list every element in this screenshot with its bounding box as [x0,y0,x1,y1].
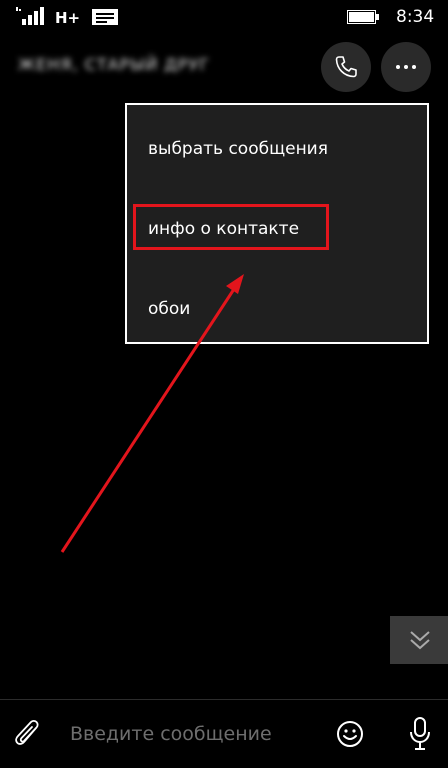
network-type-label: H+ [55,9,81,27]
more-options-icon [396,65,416,69]
battery-icon [347,10,379,24]
annotation-highlight-box [133,204,329,250]
call-button[interactable] [321,42,371,92]
menu-item-select-messages[interactable]: выбрать сообщения [127,129,427,169]
signal-icon [16,7,44,25]
scroll-to-bottom-button[interactable] [390,616,448,664]
status-bar: H+ 8:34 [0,0,448,34]
compose-divider [0,699,448,700]
phone-icon [335,56,357,78]
more-options-button[interactable] [381,42,431,92]
paperclip-icon[interactable] [14,718,44,752]
clock-time: 8:34 [396,7,435,27]
contact-name: ЖЕНЯ, СТАРЫЙ ДРУГ [18,55,211,74]
menu-item-wallpaper[interactable]: обои [127,289,427,329]
microphone-icon[interactable] [408,716,432,752]
message-notification-icon [92,9,118,25]
emoji-icon[interactable] [336,720,364,748]
message-input[interactable] [58,712,328,756]
double-chevron-down-icon [410,631,430,650]
